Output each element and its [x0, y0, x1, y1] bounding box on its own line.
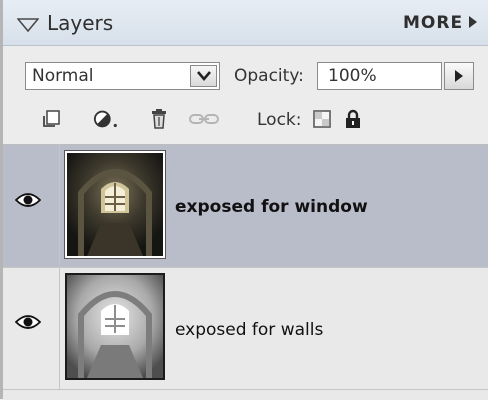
- layer-thumbnail[interactable]: [65, 273, 165, 380]
- layer-name[interactable]: exposed for window: [175, 197, 368, 217]
- new-layer-icon: [43, 110, 60, 127]
- layer-row[interactable]: exposed for walls: [3, 267, 488, 390]
- opacity-slider-button[interactable]: [444, 62, 474, 90]
- new-layer-button[interactable]: [39, 106, 65, 132]
- more-arrow-icon[interactable]: [469, 16, 477, 28]
- lock-label: Lock:: [257, 110, 302, 130]
- more-menu-button[interactable]: MORE: [403, 13, 463, 33]
- panel-header: Layers MORE: [3, 0, 488, 46]
- eye-icon[interactable]: [15, 314, 41, 330]
- chevron-right-icon: [455, 70, 463, 82]
- opacity-field[interactable]: 100%: [317, 62, 442, 90]
- chevron-down-icon: [196, 71, 211, 81]
- layers-list: exposed for window exposed for walls: [3, 144, 488, 400]
- lock-all-button[interactable]: [340, 106, 366, 132]
- visibility-column: [3, 145, 60, 267]
- eye-icon[interactable]: [15, 192, 41, 208]
- adjustment-layer-icon: [93, 110, 117, 128]
- visibility-column: [3, 267, 60, 389]
- lock-transparency-icon: [313, 110, 331, 128]
- delete-layer-button[interactable]: [146, 106, 172, 132]
- chapel-walls-thumbnail: [67, 275, 163, 378]
- layer-row[interactable]: exposed for window: [3, 145, 488, 268]
- lock-icon: [346, 109, 360, 128]
- blend-mode-dropdown-button[interactable]: [190, 65, 217, 87]
- chapel-window-thumbnail: [67, 153, 163, 256]
- opacity-label: Opacity:: [234, 66, 304, 86]
- link-layers-button[interactable]: [186, 106, 222, 132]
- link-icon: [189, 114, 219, 124]
- collapse-triangle-icon[interactable]: [17, 18, 39, 32]
- layer-thumbnail[interactable]: [65, 151, 165, 258]
- layer-controls: Normal Opacity: 100% Lock:: [3, 46, 488, 144]
- adjustment-layer-button[interactable]: [93, 106, 119, 132]
- trash-icon: [152, 109, 166, 129]
- layers-panel: Layers MORE Normal Opacity: 100% Lock: e…: [0, 0, 488, 400]
- panel-title: Layers: [47, 11, 114, 35]
- lock-transparency-button[interactable]: [309, 106, 335, 132]
- layer-name[interactable]: exposed for walls: [175, 320, 323, 340]
